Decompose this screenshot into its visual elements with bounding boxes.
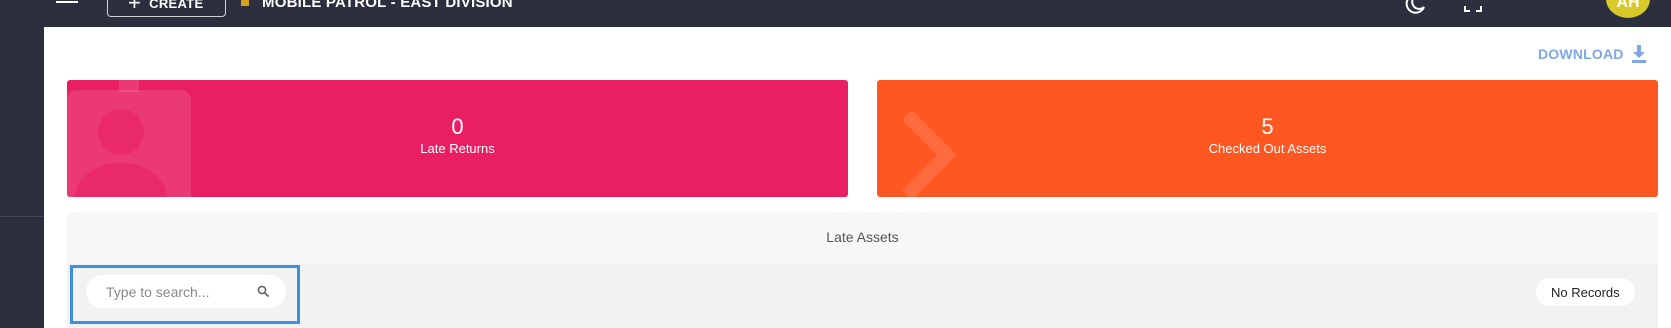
download-icon: [1631, 45, 1646, 63]
records-status-badge: No Records: [1536, 278, 1635, 306]
create-button[interactable]: + CREATE: [107, 0, 226, 17]
search-icon[interactable]: [257, 285, 270, 298]
download-label: DOWNLOAD: [1538, 46, 1624, 62]
checked-out-label: Checked Out Assets: [1208, 141, 1327, 156]
download-button[interactable]: DOWNLOAD: [1538, 44, 1648, 64]
fullscreen-icon[interactable]: [1462, 0, 1484, 14]
avatar[interactable]: AH: [1606, 0, 1650, 18]
late-returns-card[interactable]: 0 Late Returns: [67, 80, 848, 197]
checked-out-card[interactable]: 5 Checked Out Assets: [877, 80, 1658, 197]
moon-icon[interactable]: [1404, 0, 1426, 14]
search-input[interactable]: [86, 275, 246, 308]
sidebar-divider: [0, 216, 44, 217]
search-box[interactable]: [86, 275, 286, 308]
top-bar: + CREATE MOBILE PATROL - EAST DIVISION A…: [44, 0, 1671, 27]
menu-icon[interactable]: [56, 0, 78, 10]
checked-out-value: 5: [1261, 114, 1274, 139]
left-sidebar: [0, 0, 44, 328]
create-button-label: CREATE: [149, 0, 204, 11]
late-assets-title: Late Assets: [826, 229, 899, 245]
division-title[interactable]: MOBILE PATROL - EAST DIVISION: [262, 0, 513, 11]
late-returns-value: 0: [451, 114, 464, 139]
late-returns-label: Late Returns: [420, 141, 495, 156]
avatar-initials: AH: [1616, 0, 1640, 11]
late-assets-panel: Late Assets No Records: [67, 212, 1658, 328]
late-assets-toolbar: [67, 263, 1658, 328]
plus-icon: +: [128, 0, 142, 15]
building-icon: [241, 0, 249, 6]
